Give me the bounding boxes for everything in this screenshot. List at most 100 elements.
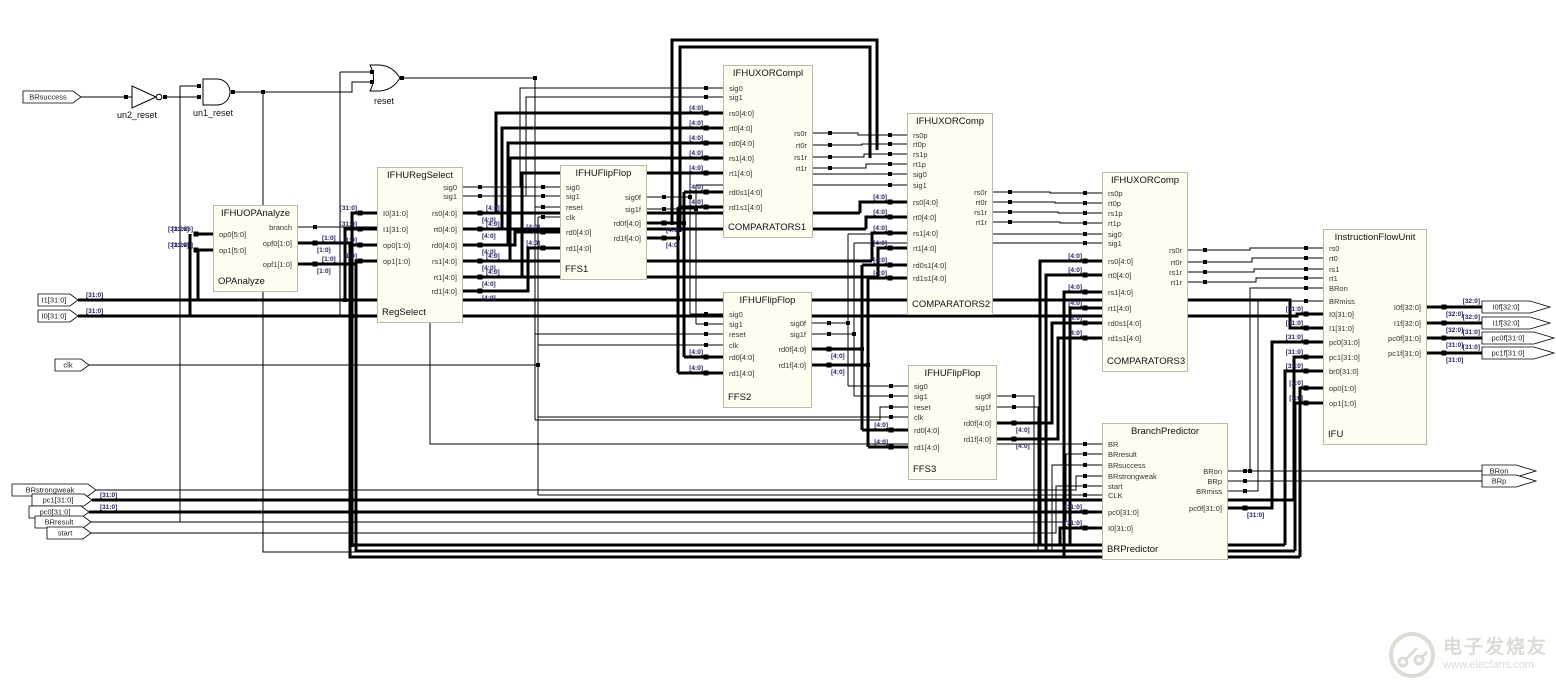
terminal-dot	[888, 142, 892, 146]
terminal-dot	[1304, 386, 1309, 391]
terminal-dot	[1442, 351, 1447, 356]
terminal-dot	[662, 221, 667, 226]
block-instance-label: FFS2	[728, 392, 751, 403]
bus-width-label: [4:0]	[482, 217, 496, 224]
terminal-dot	[1203, 280, 1207, 284]
port-label-BRp: BRp	[1207, 477, 1222, 487]
block-title: IFHURegSelect	[378, 170, 462, 181]
terminal-dot	[662, 236, 667, 241]
block-title: IFHUXORComp	[908, 116, 992, 127]
wire	[831, 144, 890, 145]
bus-width-label: [31:26]	[172, 226, 193, 233]
block-FFS2[interactable]: IFHUFlipFlopFFS2sig0sig1resetclkrd0[4:0]…	[723, 292, 812, 408]
terminal-dot	[828, 166, 832, 170]
terminal-dot	[478, 275, 483, 280]
block-title: InstructionFlowUnit	[1324, 232, 1426, 243]
terminal-dot	[197, 95, 201, 99]
port-label-rs0r: rs0r	[1169, 246, 1182, 256]
port-label-rd1f[4:0]: rd1f[4:0]	[778, 361, 806, 371]
block-IFU[interactable]: InstructionFlowUnitIFUrs0rt0rs1rt1BRonBR…	[1323, 229, 1427, 445]
and-gate-icon[interactable]	[203, 79, 230, 105]
terminal-dot	[704, 156, 709, 161]
output-port-label: pc1f[31:0]	[1492, 349, 1525, 358]
port-label-sig1f: sig1f	[975, 403, 991, 413]
bus-width-label: [31:0]	[1286, 334, 1303, 341]
wire	[1206, 278, 1306, 282]
block-instance-label: BRPredictor	[1107, 544, 1158, 555]
input-port-label: start	[58, 529, 74, 538]
bus-width-label: [4:0]	[526, 240, 540, 247]
output-port-BRp[interactable]	[1482, 475, 1536, 487]
block-title: IFHUFlipFlop	[909, 368, 996, 379]
output-port-label: I1f[32:0]	[1492, 319, 1519, 328]
bus-width-label: [31:26]	[172, 242, 193, 249]
terminal-dot	[1304, 312, 1309, 317]
port-label-I0[31:0]: I0[31:0]	[1108, 524, 1133, 534]
bus-width-label: [1:0]	[1289, 395, 1303, 402]
terminal-dot	[1243, 479, 1247, 483]
block-RegSelect[interactable]: IFHURegSelectRegSelectI0[31:0]I1[31:0]op…	[377, 167, 463, 323]
terminal-dot	[1304, 401, 1309, 406]
port-label-rd0f[4:0]: rd0f[4:0]	[613, 219, 641, 229]
terminal-dot	[163, 95, 167, 99]
port-label-sig1: sig1	[566, 192, 580, 202]
terminal-dot	[704, 141, 709, 146]
block-COMPARATORS2[interactable]: IFHUXORCompCOMPARATORS2rs0prt0prs1prt1ps…	[907, 113, 993, 315]
input-port-label: I1[31:0]	[41, 296, 66, 305]
terminal-dot	[1012, 405, 1016, 409]
terminal-dot	[478, 211, 483, 216]
bus-width-label: [31:0]	[340, 221, 357, 228]
terminal-dot	[704, 86, 708, 90]
terminal-dot	[358, 211, 363, 216]
terminal-dot	[197, 84, 201, 88]
port-label-opf1[1:0]: opf1[1:0]	[263, 260, 292, 270]
bus-width-label: [4:0]	[873, 209, 887, 216]
terminal-dot	[1304, 267, 1308, 271]
terminal-dot	[541, 205, 545, 209]
bus-width-label: [31:0]	[100, 504, 117, 511]
terminal-dot	[541, 215, 545, 219]
port-label-op0[5:0]: op0[5:0]	[219, 230, 246, 240]
port-label-rd1f[4:0]: rd1f[4:0]	[613, 234, 641, 244]
or-gate-icon[interactable]	[370, 65, 400, 91]
port-label-rs0[4:0]: rs0[4:0]	[913, 198, 938, 208]
port-label-rd0s1[4:0]: rd0s1[4:0]	[729, 188, 762, 198]
terminal-dot	[1304, 340, 1309, 345]
port-label-rt0: rt0	[1329, 254, 1338, 264]
terminal-dot	[194, 248, 199, 253]
terminal-dot	[888, 246, 893, 251]
port-label-rt0r: rt0r	[1171, 258, 1182, 268]
terminal-dot	[704, 312, 708, 316]
terminal-dot	[533, 76, 537, 80]
terminal-dot	[888, 263, 893, 268]
terminal-dot	[478, 227, 483, 232]
terminal-dot	[1083, 463, 1087, 467]
terminal-dot	[662, 195, 666, 199]
port-label-BR: BR	[1108, 440, 1118, 450]
port-label-sig0: sig0	[914, 382, 928, 392]
port-label-rt0[4:0]: rt0[4:0]	[434, 225, 457, 235]
not-gate-icon[interactable]	[132, 86, 156, 108]
port-label-rd0[4:0]: rd0[4:0]	[432, 241, 457, 251]
port-label-rd1[4:0]: rd1[4:0]	[729, 369, 754, 379]
block-COMPARATORS1[interactable]: IFHUXORComplCOMPARATORS1sig0sig1rs0[4:0]…	[723, 65, 813, 238]
port-label-branch: branch	[269, 223, 292, 233]
bus-width-label: [31:0]	[86, 292, 103, 299]
port-label-I0[31:0]: I0[31:0]	[1329, 310, 1354, 320]
block-OPAnalyze[interactable]: IFHUOPAnalyzeOPAnalyzeop0[5:0]op1[5:0]br…	[213, 205, 298, 292]
bus-width-label: [4:0]	[1068, 267, 1082, 274]
bus-width-label: [4:0]	[486, 205, 500, 212]
port-label-op0[1:0]: op0[1:0]	[383, 241, 410, 251]
bus-width-label: [31:0]	[1065, 520, 1082, 527]
terminal-dot	[350, 543, 354, 547]
port-label-reset: reset	[914, 403, 931, 413]
bus-width-label: [4:0]	[666, 242, 680, 249]
bus-width-label: [31:0]	[1446, 357, 1463, 364]
block-BRPredictor[interactable]: BranchPredictorBRPredictorBRBRresultBRsu…	[1102, 423, 1228, 560]
block-FFS1[interactable]: IFHUFlipFlopFFS1sig0sig1resetclkrd0[4:0]…	[560, 165, 647, 280]
bus-width-label: [32:0]	[1446, 327, 1463, 334]
block-COMPARATORS3[interactable]: IFHUXORCompCOMPARATORS3rs0prt0prs1prt1ps…	[1102, 172, 1188, 372]
terminal-dot	[1442, 305, 1447, 310]
port-label-reset: reset	[729, 330, 746, 340]
block-FFS3[interactable]: IFHUFlipFlopFFS3sig0sig1resetclkrd0[4:0]…	[908, 365, 997, 480]
